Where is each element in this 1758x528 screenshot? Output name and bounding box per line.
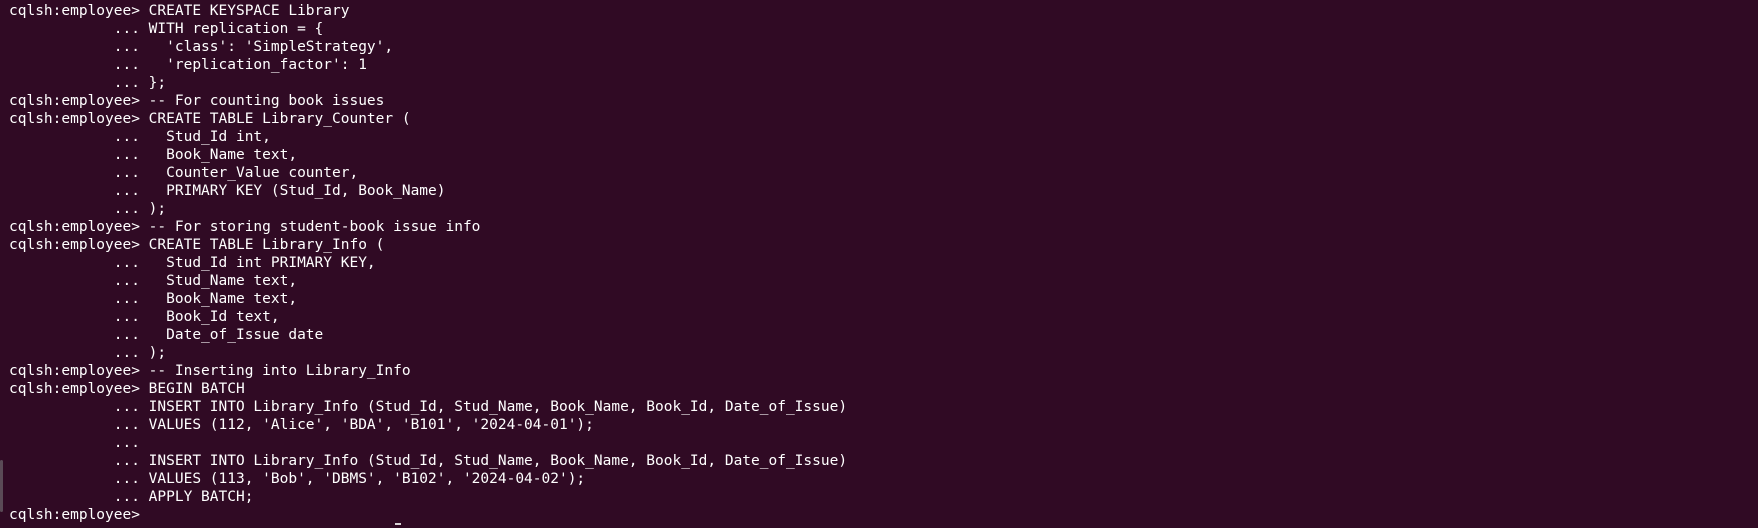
terminal-window[interactable]: cqlsh:employee> CREATE KEYSPACE Library … <box>0 0 1758 528</box>
terminal-line: ... Book_Name text, <box>9 291 298 307</box>
terminal-line: ... VALUES (112, 'Alice', 'BDA', 'B101',… <box>9 417 594 433</box>
terminal-line: ... WITH replication = { <box>9 21 324 37</box>
terminal-line: ... Stud_Name text, <box>9 273 298 289</box>
terminal-line: ... Date_of_Issue date <box>9 327 324 343</box>
terminal-line: ... Counter_Value counter, <box>9 165 359 181</box>
terminal-line: ... PRIMARY KEY (Stud_Id, Book_Name) <box>9 183 446 199</box>
terminal-line: ... INSERT INTO Library_Info (Stud_Id, S… <box>9 453 848 469</box>
terminal-line: cqlsh:employee> -- Inserting into Librar… <box>9 363 411 379</box>
terminal-line: ... Stud_Id int PRIMARY KEY, <box>9 255 376 271</box>
terminal-line: ... APPLY BATCH; <box>9 489 254 505</box>
terminal-line: ... Book_Id text, <box>9 309 280 325</box>
window-edge-handle <box>0 460 3 512</box>
terminal-line: ... INSERT INTO Library_Info (Stud_Id, S… <box>9 399 848 415</box>
terminal-line: ... Stud_Id int, <box>9 129 271 145</box>
terminal-line: cqlsh:employee> -- For counting book iss… <box>9 93 385 109</box>
terminal-line: ... Book_Name text, <box>9 147 298 163</box>
terminal-line: cqlsh:employee> CREATE TABLE Library_Inf… <box>9 237 385 253</box>
terminal-line: cqlsh:employee> BEGIN BATCH <box>9 381 245 397</box>
terminal-line: ... <box>9 435 140 451</box>
terminal-line: cqlsh:employee> -- For storing student-b… <box>9 219 481 235</box>
terminal-line: ... VALUES (113, 'Bob', 'DBMS', 'B102', … <box>9 471 586 487</box>
terminal-line: cqlsh:employee> CREATE TABLE Library_Cou… <box>9 111 411 127</box>
terminal-prompt-line[interactable]: cqlsh:employee> <box>9 506 1758 524</box>
terminal-output[interactable]: cqlsh:employee> CREATE KEYSPACE Library … <box>9 2 1758 524</box>
terminal-line: cqlsh:employee> CREATE KEYSPACE Library <box>9 3 350 19</box>
terminal-line: ... 'class': 'SimpleStrategy', <box>9 39 394 55</box>
terminal-line: ... }; <box>9 75 167 91</box>
terminal-line: ... ); <box>9 201 167 217</box>
terminal-line: ... 'replication_factor': 1 <box>9 57 367 73</box>
terminal-line: ... ); <box>9 345 167 361</box>
cut-off-text-fragment <box>395 523 401 525</box>
